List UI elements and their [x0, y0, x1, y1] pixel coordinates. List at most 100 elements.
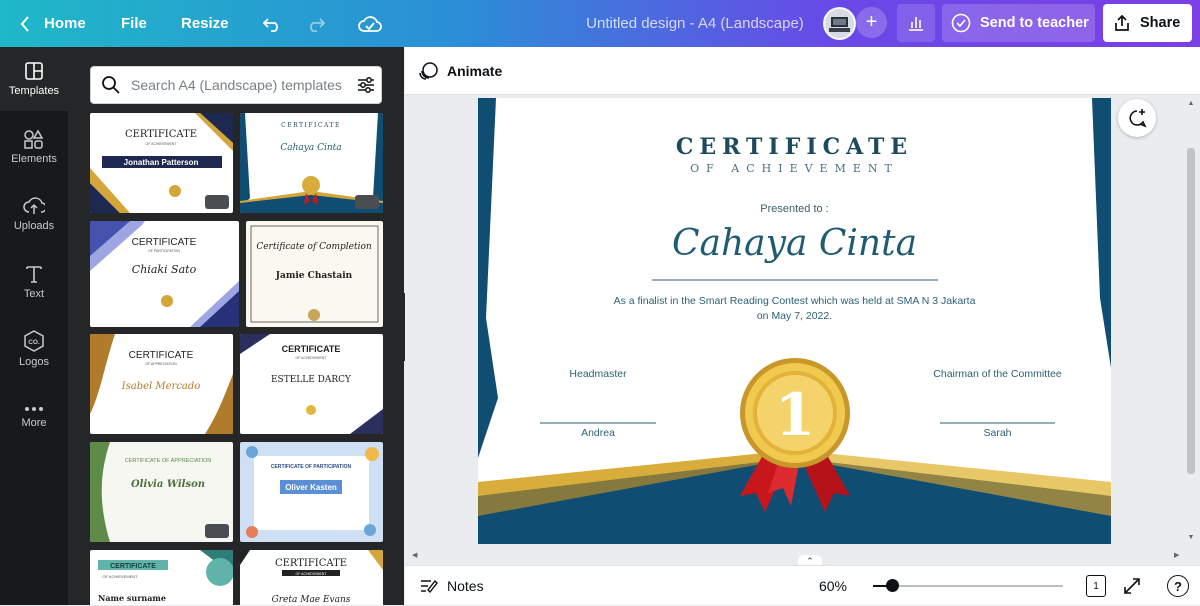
premium-badge-icon: [205, 524, 229, 538]
search-input[interactable]: [131, 77, 346, 93]
avatar[interactable]: [823, 7, 856, 40]
template-thumbnail[interactable]: CERTIFICATE OF APPRECIATION Olivia Wilso…: [90, 442, 233, 542]
template-thumbnail[interactable]: Certificate of Completion Jamie Chastain: [246, 221, 383, 327]
zoom-slider-knob[interactable]: [886, 579, 899, 592]
page-count-label: 1: [1093, 580, 1099, 592]
template-sub: OF ACHIEVEMENT: [296, 356, 328, 360]
animate-icon: [419, 62, 438, 80]
send-to-teacher-label: Send to teacher: [980, 15, 1089, 31]
side-rail: Templates Elements Uploads Text CO. Logo…: [0, 47, 68, 605]
template-thumbnail[interactable]: CERTIFICATE OF PARTICIPATION Oliver Kast…: [240, 442, 383, 542]
template-sub: OF ACHIEVEMENT: [296, 572, 328, 576]
certificate-subtitle: OF ACHIEVEMENT: [690, 162, 899, 175]
right-signatory-name: Sarah: [983, 427, 1012, 439]
undo-icon[interactable]: [258, 0, 286, 47]
rail-label: Elements: [11, 153, 57, 165]
notes-label: Notes: [447, 578, 484, 594]
templates-icon: [25, 62, 43, 80]
cloud-saved-icon[interactable]: [355, 0, 385, 47]
page-count-button[interactable]: 1: [1086, 575, 1106, 597]
bottom-bar: Notes 60% 1 ?: [405, 565, 1200, 605]
rail-item-uploads[interactable]: Uploads: [0, 182, 68, 246]
notes-button[interactable]: Notes: [419, 566, 484, 606]
svg-text:CO.: CO.: [28, 339, 40, 346]
rail-label: Text: [23, 288, 45, 300]
medal-number: 1: [775, 381, 815, 449]
template-name: Name surname: [98, 593, 166, 603]
chevron-left-icon[interactable]: [14, 0, 36, 47]
template-name: Isabel Mercado: [121, 381, 201, 392]
template-sub: OF PARTICIPATION: [148, 249, 180, 253]
rail-item-templates[interactable]: Templates: [0, 47, 68, 111]
template-heading: CERTIFICATE: [110, 563, 156, 570]
certificate-page[interactable]: 1 CERTIFICATE OF ACHIEVEMENT Presented t…: [478, 98, 1111, 544]
rail-label: Templates: [8, 85, 60, 97]
notes-icon: [421, 579, 438, 594]
uploads-icon: [23, 197, 45, 214]
template-thumbnail[interactable]: CERTIFICATE OF ACHIEVEMENT Greta Mae Eva…: [240, 550, 383, 605]
templates-panel: CERTIFICATE OF ACHIEVEMENT Jonathan Patt…: [68, 47, 404, 605]
left-signatory-name: Andrea: [581, 427, 615, 439]
template-search[interactable]: [90, 66, 382, 104]
text-icon: [26, 266, 42, 283]
template-thumbnail[interactable]: CERTIFICATE OF APPRECIATION Isabel Merca…: [90, 334, 233, 434]
vertical-scrollbar[interactable]: ▲ ▼: [1186, 100, 1196, 542]
animate-label: Animate: [447, 63, 503, 79]
right-signatory-role: Chairman of the Committee: [933, 368, 1062, 380]
filter-sliders-icon[interactable]: [356, 75, 376, 95]
more-icon: [25, 407, 43, 411]
resize-button[interactable]: Resize: [181, 0, 229, 47]
redo-icon[interactable]: [302, 0, 330, 47]
rail-item-text[interactable]: Text: [0, 250, 68, 314]
rail-label: More: [21, 417, 47, 429]
insights-button[interactable]: [897, 4, 935, 42]
share-upload-icon: [1115, 14, 1129, 31]
share-button[interactable]: Share: [1103, 4, 1192, 42]
animate-button[interactable]: Animate: [419, 47, 502, 95]
template-name: Oliver Kasten: [285, 483, 337, 492]
template-thumbnail[interactable]: CERTIFICATE OF ACHIEVEMENT ESTELLE DARCY: [240, 334, 383, 434]
template-thumbnail[interactable]: CERTIFICATE OF ACHIEVEMENT Jonathan Patt…: [90, 113, 233, 213]
rail-label: Uploads: [13, 220, 55, 232]
fullscreen-icon[interactable]: [1122, 576, 1142, 596]
premium-badge-icon: [355, 195, 379, 209]
top-bar: Home File Resize Untitled design - A4 (L…: [0, 0, 1200, 47]
comment-add-icon: [1129, 109, 1147, 128]
vertical-scroll-thumb[interactable]: [1187, 148, 1195, 474]
rail-item-more[interactable]: More: [0, 385, 68, 449]
certificate-title: CERTIFICATE: [675, 134, 914, 160]
send-to-teacher-button[interactable]: Send to teacher: [942, 4, 1095, 42]
template-name: Jamie Chastain: [275, 271, 353, 281]
rail-label: Logos: [19, 356, 49, 368]
elements-icon: [24, 129, 44, 149]
template-thumbnail[interactable]: CERTIFICATE Cahaya Cinta: [240, 113, 383, 213]
share-label: Share: [1140, 15, 1181, 31]
design-title[interactable]: Untitled design - A4 (Landscape): [560, 0, 830, 47]
home-button[interactable]: Home: [44, 0, 86, 47]
template-heading: CERTIFICATE: [282, 344, 341, 354]
add-collaborator-button[interactable]: +: [856, 7, 887, 38]
logos-icon: CO.: [24, 330, 44, 352]
template-name: Olivia Wilson: [131, 479, 205, 490]
template-name: Jonathan Patterson: [124, 158, 199, 167]
template-heading: CERTIFICATE OF APPRECIATION: [125, 458, 212, 464]
add-comment-button[interactable]: [1118, 99, 1156, 137]
zoom-level[interactable]: 60%: [803, 566, 863, 606]
template-name: Chiaki Sato: [132, 263, 197, 276]
template-name: Greta Mae Evans: [272, 595, 351, 605]
zoom-slider[interactable]: [873, 579, 1063, 592]
template-heading: CERTIFICATE: [281, 122, 341, 129]
rail-item-elements[interactable]: Elements: [0, 115, 68, 179]
editor-toolbar: Animate: [405, 47, 1200, 95]
help-icon[interactable]: ?: [1167, 575, 1189, 597]
template-thumbnail[interactable]: CERTIFICATE OF ACHIEVEMENT Name surname: [90, 550, 233, 605]
file-menu-button[interactable]: File: [121, 0, 147, 47]
template-thumbnail[interactable]: CERTIFICATE OF PARTICIPATION Chiaki Sato: [90, 221, 239, 327]
rail-item-logos[interactable]: CO. Logos: [0, 317, 68, 381]
horizontal-scrollbar[interactable]: ◀ ▶: [412, 551, 1182, 561]
left-signatory-role: Headmaster: [569, 368, 627, 380]
presented-to-label: Presented to :: [760, 203, 829, 215]
template-heading: CERTIFICATE: [129, 350, 194, 361]
canvas-area: 1 CERTIFICATE OF ACHIEVEMENT Presented t…: [405, 95, 1200, 565]
template-name: ESTELLE DARCY: [271, 375, 352, 385]
